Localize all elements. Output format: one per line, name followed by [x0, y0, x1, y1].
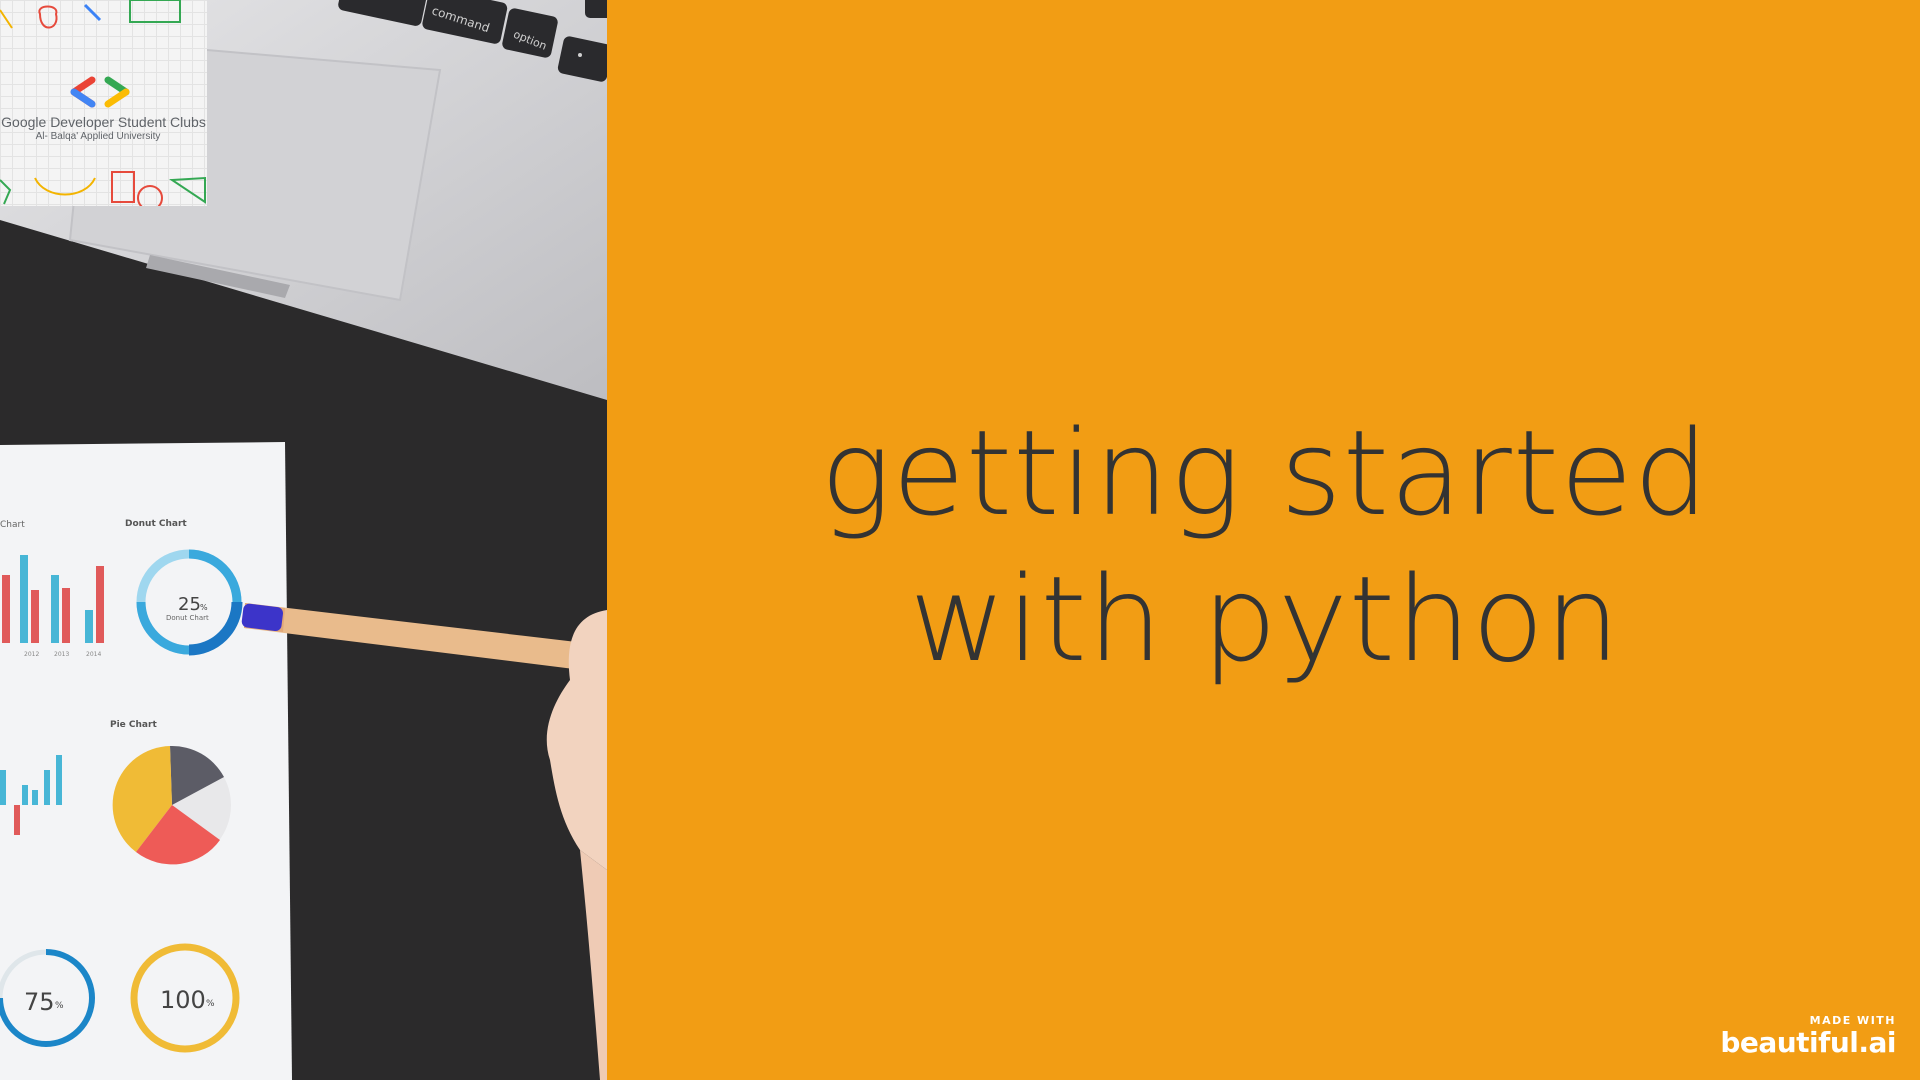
donut-chart-title: Donut Chart — [125, 519, 187, 529]
gauge-100-unit: % — [206, 999, 215, 1009]
slide-title-line-1: getting started — [820, 404, 1710, 542]
gdsc-university: Al- Balqa' Applied University — [35, 131, 161, 142]
gauge-100-value: 100 — [160, 986, 206, 1014]
slide-title-line-2: with python — [909, 550, 1621, 688]
year-2014: 2014 — [86, 651, 101, 658]
donut-value: 25 — [178, 594, 201, 615]
gdsc-name: Google Developer Student Clubs — [1, 114, 206, 130]
year-2013: 2013 — [54, 651, 69, 658]
pie-chart-title: Pie Chart — [110, 720, 157, 730]
gauge-75-unit: % — [55, 1001, 64, 1011]
beautiful-ai-logo[interactable]: beautiful.ai — [1720, 1026, 1896, 1059]
bar-chart-title: Chart — [0, 520, 25, 530]
donut-caption: Donut Chart — [166, 614, 209, 622]
pie-chart — [112, 745, 231, 865]
donut-unit: % — [200, 603, 208, 612]
year-2012: 2012 — [24, 651, 39, 658]
gdsc-logo-card: Google Developer Student Clubs Al- Balqa… — [0, 0, 207, 206]
gdsc-brackets-icon — [70, 76, 130, 108]
slide-title: getting started with python — [720, 400, 1810, 692]
gauge-75-value: 75 — [24, 988, 55, 1016]
